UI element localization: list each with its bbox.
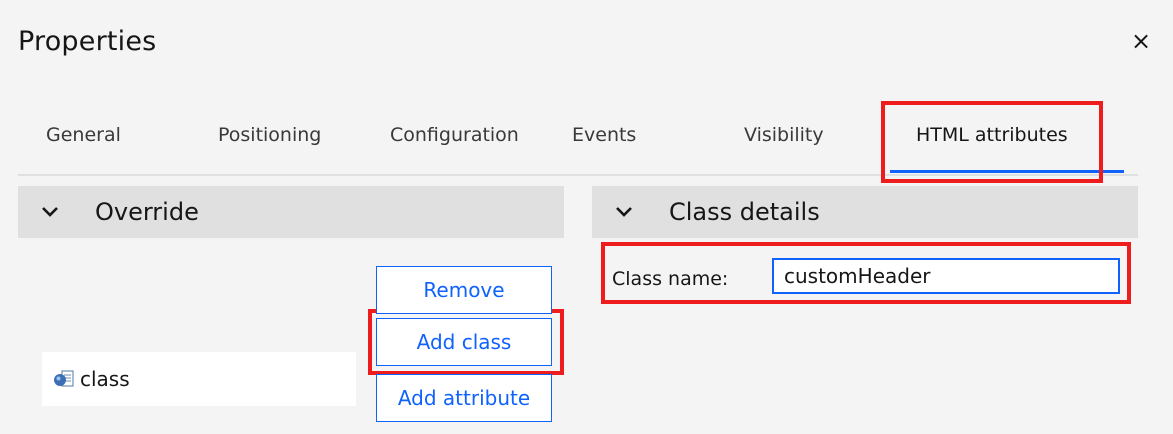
override-section-header[interactable]: Override [18,186,564,238]
tab-positioning[interactable]: Positioning [218,124,321,154]
tab-configuration[interactable]: Configuration [390,124,519,154]
class-name-label: Class name: [612,268,729,290]
tab-visibility[interactable]: Visibility [744,124,824,154]
override-section-title: Override [95,198,199,226]
tab-bar: General Positioning Configuration Events… [0,100,1173,178]
class-details-section-header[interactable]: Class details [592,186,1138,238]
class-attribute-icon [52,369,76,389]
attribute-list: class [42,352,356,406]
class-name-input[interactable] [772,258,1120,294]
active-tab-indicator [890,170,1124,173]
add-attribute-button[interactable]: Add attribute [376,374,552,422]
list-item[interactable]: class [52,367,130,391]
tab-general[interactable]: General [46,124,121,154]
add-class-button[interactable]: Add class [376,318,552,366]
properties-panel: Properties × General Positioning Configu… [0,0,1173,434]
chevron-down-icon [612,200,636,224]
chevron-down-icon [38,200,62,224]
tab-divider [18,174,1138,176]
close-icon[interactable]: × [1128,28,1154,54]
tab-html-attributes[interactable]: HTML attributes [916,124,1068,154]
tab-events[interactable]: Events [572,124,636,154]
panel-title: Properties [18,26,157,57]
class-details-section-title: Class details [669,198,820,226]
remove-button[interactable]: Remove [376,266,552,314]
list-item-label: class [80,367,130,391]
